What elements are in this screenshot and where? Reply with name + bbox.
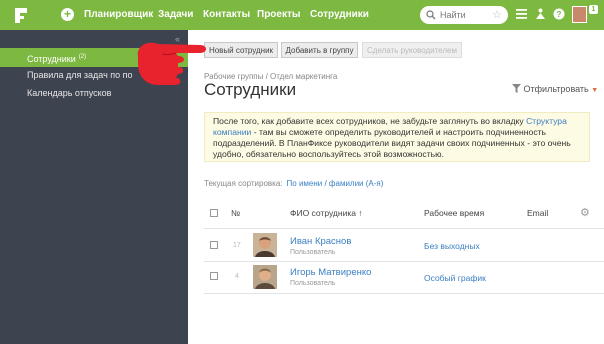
star-icon[interactable]: ☆ — [492, 8, 502, 21]
planfix-logo-icon[interactable] — [12, 6, 30, 24]
sort-value-link[interactable]: По имени / фамилии (А-я) — [287, 179, 384, 188]
nav-planner[interactable]: Планировщик — [84, 9, 153, 20]
svg-text:?: ? — [557, 10, 562, 19]
search-placeholder: Найти — [440, 10, 466, 20]
filter-label: Отфильтровать — [523, 84, 589, 94]
add-icon[interactable]: + — [61, 8, 74, 21]
employee-role: Пользователь — [290, 280, 336, 287]
info-text-start: После того, как добавите всех сотруднико… — [213, 116, 527, 126]
employee-role: Пользователь — [290, 249, 336, 256]
row-number: 4 — [235, 273, 239, 280]
menu-icon[interactable] — [516, 8, 527, 20]
row-checkbox[interactable] — [210, 241, 218, 249]
search-icon — [426, 10, 436, 20]
nav-projects[interactable]: Проекты — [257, 9, 300, 20]
divider — [204, 261, 604, 262]
sidebar-item-count: (2) — [78, 54, 87, 60]
employee-name-link[interactable]: Иван Краснов — [290, 236, 351, 247]
notification-badge[interactable]: 1 — [589, 5, 598, 14]
sort-ascending-icon: ↑ — [358, 208, 363, 218]
avatar[interactable] — [253, 233, 277, 257]
sidebar-item-label: Сотрудники — [27, 54, 76, 64]
dropdown-arrow-icon: ▼ — [591, 87, 599, 94]
column-header-schedule[interactable]: Рабочее время — [424, 208, 484, 218]
nav-tasks[interactable]: Задачи — [158, 9, 193, 20]
help-icon[interactable]: ? — [553, 8, 565, 20]
info-banner: После того, как добавите всех сотруднико… — [204, 112, 590, 162]
schedule-link[interactable]: Особый график — [424, 273, 486, 283]
row-checkbox[interactable] — [210, 272, 218, 280]
avatar[interactable] — [253, 265, 277, 289]
new-employee-button[interactable]: Новый сотрудник — [204, 42, 278, 58]
select-all-checkbox[interactable] — [210, 209, 218, 217]
divider — [204, 293, 604, 294]
divider — [204, 228, 604, 229]
column-header-email[interactable]: Email — [527, 208, 548, 218]
filter-icon — [512, 84, 521, 93]
schedule-link[interactable]: Без выходных — [424, 241, 480, 251]
top-bar: + Планировщик Задачи Контакты Проекты Со… — [0, 0, 604, 32]
filter-button[interactable]: Отфильтровать ▼ — [512, 84, 598, 94]
person-icon[interactable] — [535, 8, 546, 20]
page-title: Сотрудники — [204, 80, 297, 99]
nav-employees[interactable]: Сотрудники — [308, 9, 371, 32]
column-header-name[interactable]: ФИО сотрудника ↑ — [290, 208, 363, 218]
info-text-end: - там вы сможете определить руководителе… — [213, 127, 571, 159]
pointing-hand-icon — [137, 42, 206, 85]
gear-icon[interactable]: ⚙ — [580, 206, 590, 219]
column-header-name-label: ФИО сотрудника — [290, 208, 356, 218]
assign-manager-button[interactable]: Сделать руководителем — [362, 42, 462, 58]
employee-name-link[interactable]: Игорь Матвиренко — [290, 267, 371, 278]
nav-contacts[interactable]: Контакты — [203, 9, 250, 20]
sort-label: Текущая сортировка: — [204, 179, 283, 188]
search-input[interactable]: Найти ☆ — [420, 6, 508, 24]
current-sort: Текущая сортировка: По имени / фамилии (А… — [204, 179, 383, 188]
row-number: 17 — [233, 242, 241, 249]
column-header-number[interactable]: № — [231, 208, 240, 218]
user-avatar[interactable] — [572, 6, 587, 23]
add-to-group-button[interactable]: Добавить в группу — [281, 42, 358, 58]
